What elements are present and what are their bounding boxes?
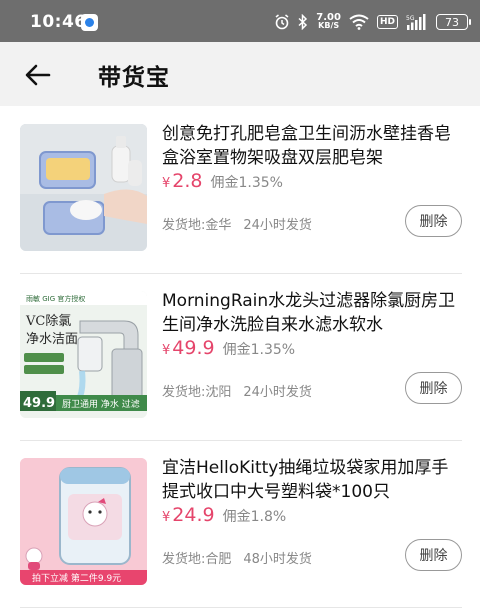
ship-from: 发货地:沈阳 [162,385,232,400]
status-time: 10:46 [30,12,87,32]
delete-button[interactable]: 删除 [405,205,462,237]
image-headline-1: VC除氯 [25,314,71,329]
price-row: ¥ 2.8 佣金1.35% [162,170,283,192]
product-image[interactable] [20,124,147,251]
shipping-info: 发货地:金华 24小时发货 [162,214,312,233]
faucet-filter-illustration: 雨敏 GIG 官方授权 VC除氯 净水洁面 49.9 厨卫通用 净水 过滤 [20,291,147,418]
ship-from: 发货地:合肥 [162,552,232,567]
signal-label: 5G [406,15,415,22]
battery-icon: 73 [436,14,471,30]
status-icons: 7.00 KB/S HD 5G 73 [274,12,471,32]
ship-from: 发货地:金华 [162,218,232,233]
delete-button[interactable]: 删除 [405,539,462,571]
bluetooth-icon [298,14,308,30]
product-image[interactable]: 拍下立减 第二件9.9元 [20,458,147,585]
price-row: ¥ 24.9 佣金1.8% [162,504,286,526]
product-title[interactable]: 创意免打孔肥皂盒卫生间沥水壁挂香皂盒浴室置物架吸盘双层肥皂架 [162,122,462,170]
ship-time: 24小时发货 [243,385,312,400]
battery-level: 73 [445,15,459,29]
image-tags: 厨卫通用 净水 过滤 [62,398,140,410]
hd-badge: HD [376,15,398,29]
product-item[interactable]: 拍下立减 第二件9.9元 宜洁HelloKitty抽绳垃圾袋家用加厚手提式收口中… [20,440,462,608]
product-item[interactable]: 雨敏 GIG 官方授权 VC除氯 净水洁面 49.9 厨卫通用 净水 过滤 Mo… [20,273,462,441]
image-headline-2: 净水洁面 [26,332,78,347]
product-title[interactable]: 宜洁HelloKitty抽绳垃圾袋家用加厚手提式收口中大号塑料袋*100只 [162,456,462,504]
network-speed: 7.00 KB/S [316,13,341,30]
commission-rate: 佣金1.8% [222,509,287,525]
commission-rate: 佣金1.35% [222,342,296,358]
commission-rate: 佣金1.35% [210,175,283,191]
ship-time: 24小时发货 [243,218,312,233]
delete-button[interactable]: 删除 [405,372,462,404]
back-button[interactable] [22,60,54,90]
product-title[interactable]: MorningRain水龙头过滤器除氯厨房卫生间净水洗脸自来水滤水软水 [162,289,462,337]
network-speed-unit: KB/S [318,21,340,30]
alarm-icon [275,14,289,30]
image-price-tag: 49.9 [23,396,55,411]
divider [20,607,462,608]
status-bar: 10:46 7.00 KB/S HD 5G 73 [0,0,480,42]
signal-icon: 5G [406,14,426,30]
soap-dish-illustration [20,124,147,251]
wifi-icon [349,14,369,30]
currency-symbol: ¥ [162,176,171,191]
shipping-info: 发货地:沈阳 24小时发货 [162,381,312,400]
product-price: 2.8 [172,170,203,192]
currency-symbol: ¥ [162,343,171,358]
price-row: ¥ 49.9 佣金1.35% [162,337,295,359]
image-banner: 拍下立减 第二件9.9元 [32,572,121,584]
arrow-left-icon [25,64,51,86]
page-title: 带货宝 [98,65,170,91]
app-header: 带货宝 [0,42,480,106]
garbage-bag-illustration: 拍下立减 第二件9.9元 [20,458,147,585]
product-price: 24.9 [172,504,215,526]
product-image[interactable]: 雨敏 GIG 官方授权 VC除氯 净水洁面 49.9 厨卫通用 净水 过滤 [20,291,147,418]
image-brand: 雨敏 GIG 官方授权 [26,294,85,303]
currency-symbol: ¥ [162,510,171,525]
product-price: 49.9 [172,337,215,359]
shipping-info: 发货地:合肥 48小时发货 [162,548,312,567]
product-item[interactable]: 创意免打孔肥皂盒卫生间沥水壁挂香皂盒浴室置物架吸盘双层肥皂架 ¥ 2.8 佣金1… [20,106,462,274]
ship-time: 48小时发货 [243,552,312,567]
app-notification-icon [81,14,98,31]
